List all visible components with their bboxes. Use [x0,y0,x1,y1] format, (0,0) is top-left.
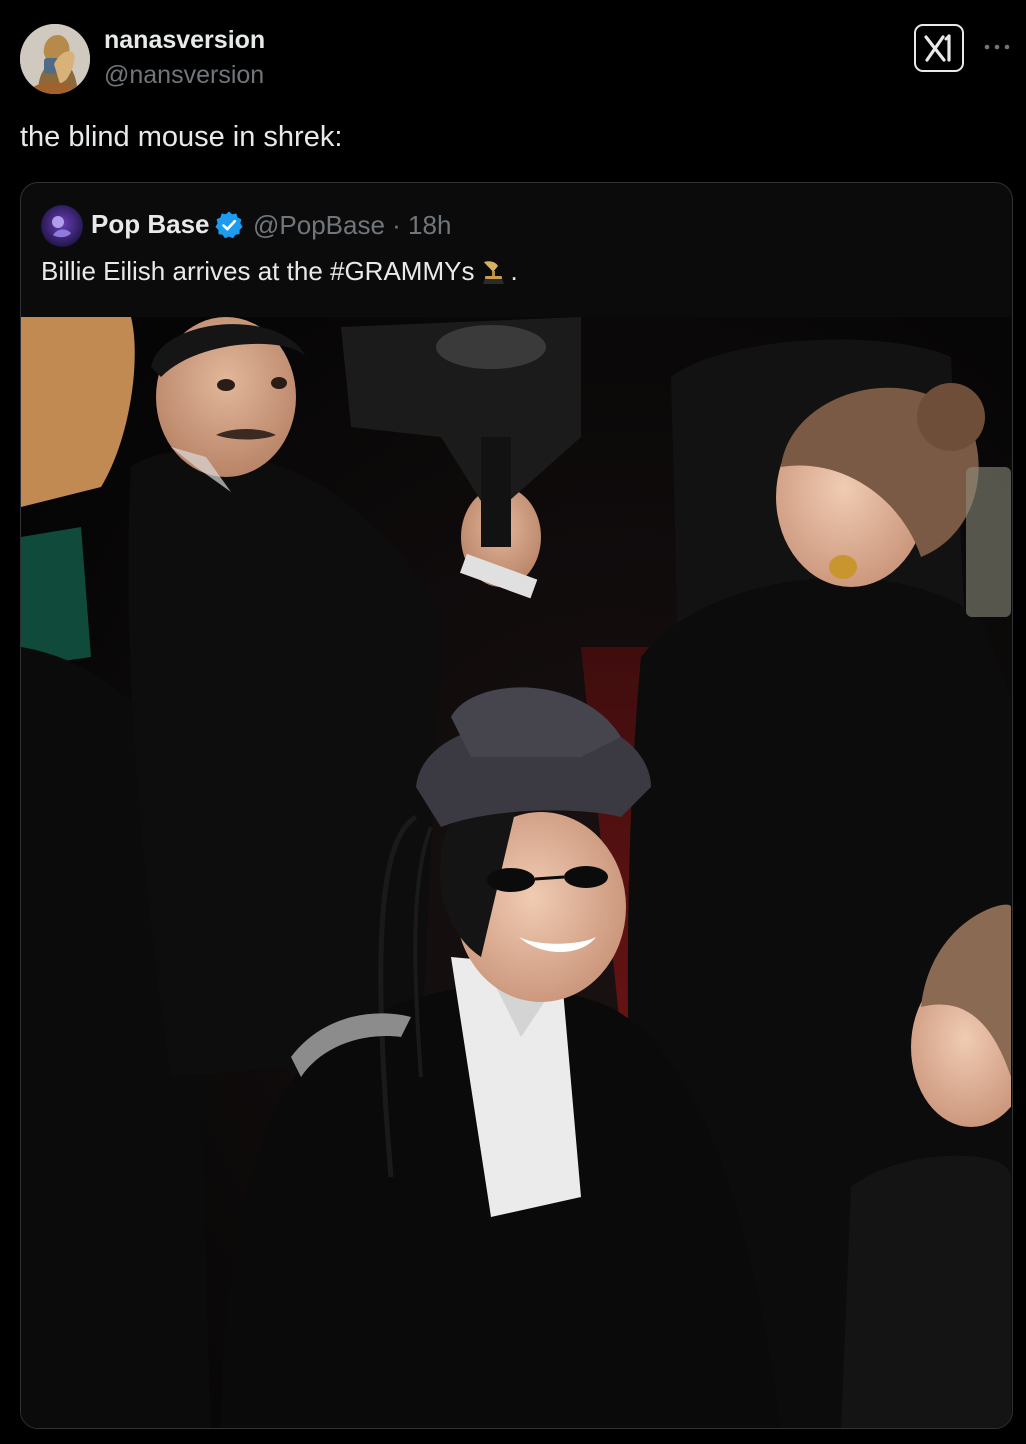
x-logo-icon [924,34,951,62]
quote-author-name: Pop Base [91,209,210,239]
event-photo [21,317,1011,1428]
post-text: the blind mouse in shrek: [20,121,343,153]
author-handle[interactable]: @nansversion [104,61,264,90]
quote-author-avatar[interactable] [41,205,83,247]
author-avatar[interactable] [20,24,90,94]
quote-text-suffix: . [510,256,518,286]
quote-text: Billie Eilish arrives at the #GRAMMYs [41,256,475,286]
more-options-button[interactable] [982,30,1012,60]
pop-base-logo-icon [41,205,83,247]
user-avatar [20,24,90,94]
x-logo-button[interactable] [914,24,964,72]
more-dots-icon [984,44,1010,50]
quote-media-photo[interactable] [21,317,1011,1428]
quoted-post-card[interactable]: Pop Base @PopBase · 18h Billie Eilish ar… [20,182,1013,1429]
quote-text-line: Billie Eilish arrives at the #GRAMMYs . [41,256,518,287]
quote-author-handle-time: @PopBase · 18h [253,210,452,240]
verified-badge-icon [214,210,244,240]
author-display-name[interactable]: nanasversion [104,26,265,55]
gramophone-trophy-icon [480,258,506,286]
